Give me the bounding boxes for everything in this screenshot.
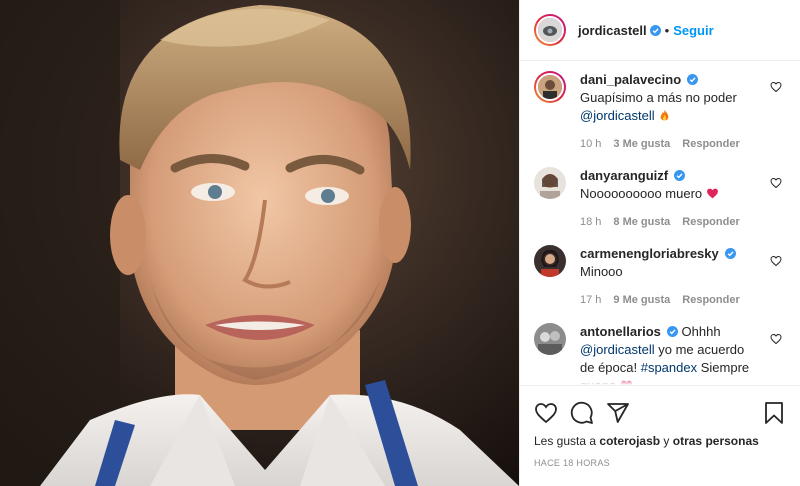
- comments-list[interactable]: dani_palavecino Guapísimo a más no poder…: [520, 61, 800, 385]
- comment-like-heart-icon[interactable]: [770, 177, 782, 189]
- likes-user[interactable]: coterojasb: [599, 434, 660, 448]
- header-text: jordicastell • Seguir: [578, 23, 714, 38]
- comment-age[interactable]: 17 h: [580, 291, 601, 309]
- reply-button[interactable]: Responder: [682, 135, 739, 153]
- comment-age[interactable]: 10 h: [580, 135, 601, 153]
- author-username[interactable]: jordicastell: [578, 23, 647, 38]
- commenter-avatar-image: [534, 167, 566, 199]
- reply-button[interactable]: Responder: [682, 213, 739, 231]
- comment-like-heart-icon[interactable]: [770, 333, 782, 345]
- author-avatar-image: [538, 18, 562, 42]
- post-actions: Les gusta a coterojasb y otras personas …: [520, 385, 800, 468]
- comment-mention[interactable]: @jordicastell: [580, 342, 655, 357]
- comment-like-heart-icon[interactable]: [770, 81, 782, 93]
- post-photo[interactable]: [0, 0, 519, 486]
- separator-dot: •: [664, 22, 670, 38]
- comment-meta: 18 h 8 Me gusta Responder: [580, 213, 757, 231]
- follow-button[interactable]: Seguir: [673, 23, 713, 38]
- comment-icon[interactable]: [570, 401, 594, 425]
- fire-icon: [660, 109, 669, 121]
- share-icon[interactable]: [606, 401, 630, 425]
- verified-icon: [724, 248, 736, 259]
- commenter-avatar[interactable]: [534, 245, 566, 277]
- comment-likes[interactable]: 3 Me gusta: [613, 135, 670, 153]
- reply-button[interactable]: Responder: [682, 291, 739, 309]
- comment-meta: 17 h 9 Me gusta Responder: [580, 291, 757, 309]
- likes-summary[interactable]: Les gusta a coterojasb y otras personas: [534, 434, 786, 448]
- commenter-avatar-image: [534, 323, 566, 355]
- post-timestamp[interactable]: Hace 18 horas: [534, 458, 786, 468]
- heart-icon[interactable]: [534, 401, 558, 425]
- comment-item: carmenengloriabresky Minooo 17 h 9 Me gu…: [534, 245, 786, 309]
- author-avatar[interactable]: [534, 14, 566, 46]
- commenter-avatar[interactable]: [534, 167, 566, 199]
- comment-body: carmenengloriabresky Minooo 17 h 9 Me gu…: [580, 245, 757, 309]
- commenter-avatar[interactable]: [534, 323, 566, 355]
- comment-body: dani_palavecino Guapísimo a más no poder…: [580, 71, 757, 153]
- comment-body: antonellarios Ohhhh @jordicastell yo me …: [580, 323, 757, 385]
- comment-like-heart-icon[interactable]: [770, 255, 782, 267]
- comment-text: Ohhhh: [681, 324, 721, 339]
- comment-likes[interactable]: 9 Me gusta: [613, 291, 670, 309]
- comment-hashtag[interactable]: #spandex: [641, 360, 697, 375]
- comment-username[interactable]: danyaranguizf: [580, 168, 668, 183]
- comment-mention[interactable]: @jordicastell: [580, 108, 655, 123]
- verified-icon: [687, 74, 699, 85]
- verified-icon: [666, 326, 678, 337]
- red-heart-icon: [706, 188, 718, 199]
- comment-item: danyaranguizf Noooooooooo muero 18 h 8 M…: [534, 167, 786, 231]
- instagram-post-modal: jordicastell • Seguir dani_palavecino Gu…: [0, 0, 800, 486]
- verified-icon: [649, 24, 661, 36]
- post-sidebar: jordicastell • Seguir dani_palavecino Gu…: [519, 0, 800, 486]
- comments-fade: [520, 377, 800, 385]
- likes-prefix: Les gusta a: [534, 434, 597, 448]
- comment-text: Noooooooooo muero: [580, 186, 706, 201]
- comment-meta: 10 h 3 Me gusta Responder: [580, 135, 757, 153]
- comment-text: Minooo: [580, 264, 623, 279]
- comment-likes[interactable]: 8 Me gusta: [613, 213, 670, 231]
- comment-age[interactable]: 18 h: [580, 213, 601, 231]
- commenter-avatar-image: [534, 245, 566, 277]
- commenter-avatar[interactable]: [534, 71, 566, 103]
- comment-text: Guapísimo a más no poder: [580, 90, 737, 105]
- likes-others[interactable]: otras personas: [673, 434, 759, 448]
- action-icons: [534, 400, 786, 426]
- bookmark-icon[interactable]: [762, 401, 786, 425]
- comment-username[interactable]: dani_palavecino: [580, 72, 681, 87]
- comment-username[interactable]: carmenengloriabresky: [580, 246, 719, 261]
- comment-body: danyaranguizf Noooooooooo muero 18 h 8 M…: [580, 167, 757, 231]
- comment-item: antonellarios Ohhhh @jordicastell yo me …: [534, 323, 786, 385]
- portrait-image: [0, 0, 519, 486]
- commenter-avatar-image: [538, 75, 562, 99]
- comment-username[interactable]: antonellarios: [580, 324, 661, 339]
- comment-item: dani_palavecino Guapísimo a más no poder…: [534, 71, 786, 153]
- verified-icon: [674, 170, 686, 181]
- post-header: jordicastell • Seguir: [520, 0, 800, 61]
- likes-connector: y: [663, 434, 670, 448]
